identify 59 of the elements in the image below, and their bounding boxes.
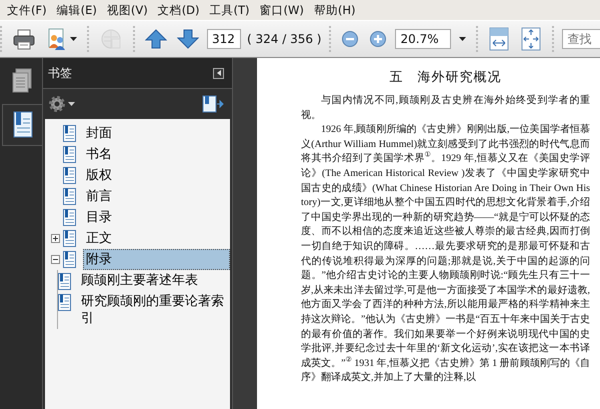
bookmark-item[interactable]: 前言	[83, 186, 230, 207]
bookmark-item[interactable]: 封面	[83, 123, 230, 144]
caret-icon	[70, 37, 77, 41]
minus-icon	[53, 257, 58, 262]
globe-icon	[99, 27, 123, 51]
gear-icon	[48, 95, 66, 113]
menu-item[interactable]: 视图(V)	[104, 2, 155, 18]
bookmark-icon	[63, 230, 76, 247]
sidebar-tab[interactable]	[2, 104, 43, 146]
expand-bookmark-button[interactable]	[202, 95, 224, 113]
bookmark-item[interactable]: 版权	[83, 165, 230, 186]
panel-title: 书签	[48, 64, 72, 82]
fit-width-icon	[488, 27, 510, 51]
zoom-field[interactable]: 20.7%	[395, 29, 452, 49]
plus-icon	[53, 236, 58, 241]
menu-item[interactable]: 编辑(E)	[54, 2, 104, 18]
bookmark-icon	[63, 125, 76, 142]
triangle-icon	[216, 70, 220, 76]
collapse-panel-button[interactable]	[213, 68, 224, 78]
document-people-icon	[46, 27, 68, 51]
zoom-out-icon	[341, 30, 360, 48]
bookmark-item[interactable]: 正文	[83, 228, 230, 249]
bookmark-document-icon	[12, 111, 34, 139]
zoom-in-icon	[369, 30, 388, 48]
expand-toggle[interactable]	[51, 234, 60, 243]
bookmark-icon	[58, 273, 71, 290]
down-arrow-icon	[177, 28, 199, 50]
menu-item[interactable]: 文档(D)	[154, 2, 207, 18]
bookmark-icon	[63, 167, 76, 184]
menu-item[interactable]: 工具(T)	[206, 2, 257, 18]
printer-icon	[12, 28, 36, 50]
collapse-toggle[interactable]	[51, 255, 60, 264]
fit-page-icon	[520, 27, 542, 51]
body-paragraph: 1926 年,顾颉刚所编的《古史辨》刚刚出版,一位美国学者恒慕义(Arthur William Hummel)就立刻感受到了此书强烈的时代气息而将其书介绍到了美国学术界$^{①}$。1929 年,恒慕义又在《美国史学评论》(The American Historical Review )发表了《中国史学家研究中国古史的成绩》(What Chinese Historian Are Doing in Their Own History)一文,更详细地从整个中国五四时代的思想文化背景着手,介绍了中国史学界出现的一种新的研究趋势——“就是宁可以怀疑的态度、而不以相信的态度来追近这些被人尊崇的最古经典,因而打倒一切自绝于知识的障碍。……最先要求研究的是那最可怀疑和古代的传说堆积得最为深厚的问题;那就是说,关于中国的起源的问题。”他介绍古史讨论的主要人物顾颉刚时说:“顾先生只有三十一岁,从来未出洋去留过学,可是他一方面接受了本国学术的最好遗教,他方面又学会了西洋的种种方法,所以能用最严格的科学精神来主持这次辩论。”他认为《古史辨》一书是“百五十年来中国关于古史的最有价值的著作。我们如果要举一个好例来说明现代中国的史学批评,并要纪念过去十年里的‘新文化运动’,实在该把这一本书译成英文。”$^{②}$ 1931 年,恒慕义把《古史辨》第 1 册前顾颉刚写的《自序》翻译成英文,并加上了大量的注释,以	[301, 123, 590, 386]
bookmark-item[interactable]: 顾颉刚主要著述年表	[78, 270, 230, 291]
menu-item[interactable]: 帮助(H)	[310, 2, 363, 18]
caret-icon	[68, 102, 75, 106]
up-arrow-icon	[145, 28, 167, 50]
bookmark-arrow-icon	[202, 95, 224, 113]
pages-icon	[11, 68, 33, 94]
bookmark-icon	[63, 146, 76, 163]
bookmark-item[interactable]: 书名	[83, 144, 230, 165]
page-number-field[interactable]: 312	[207, 29, 241, 49]
body-paragraph: 与国内情况不同,顾颉刚及古史辨在海外始终受到学者的重视。	[301, 94, 590, 123]
bookmark-item[interactable]: 附录	[83, 249, 230, 270]
bookmark-icon	[63, 209, 76, 226]
section-heading: 五 海外研究概况	[388, 68, 502, 86]
options-button[interactable]	[48, 95, 75, 113]
caret-icon	[459, 37, 466, 41]
page-count: ( 324 / 356 )	[247, 32, 322, 46]
bookmark-icon	[58, 294, 71, 311]
bookmark-icon	[63, 251, 76, 268]
search-field[interactable]: 查找	[562, 29, 600, 49]
bookmark-item[interactable]: 研究顾颉刚的重要论著索引	[78, 291, 230, 329]
bookmark-icon	[63, 188, 76, 205]
bookmark-item[interactable]: 目录	[83, 207, 230, 228]
zoom-dropdown-button[interactable]	[457, 35, 468, 43]
menu-item[interactable]: 窗口(W)	[256, 2, 311, 18]
menu-item[interactable]: 文件(F)	[4, 2, 54, 18]
